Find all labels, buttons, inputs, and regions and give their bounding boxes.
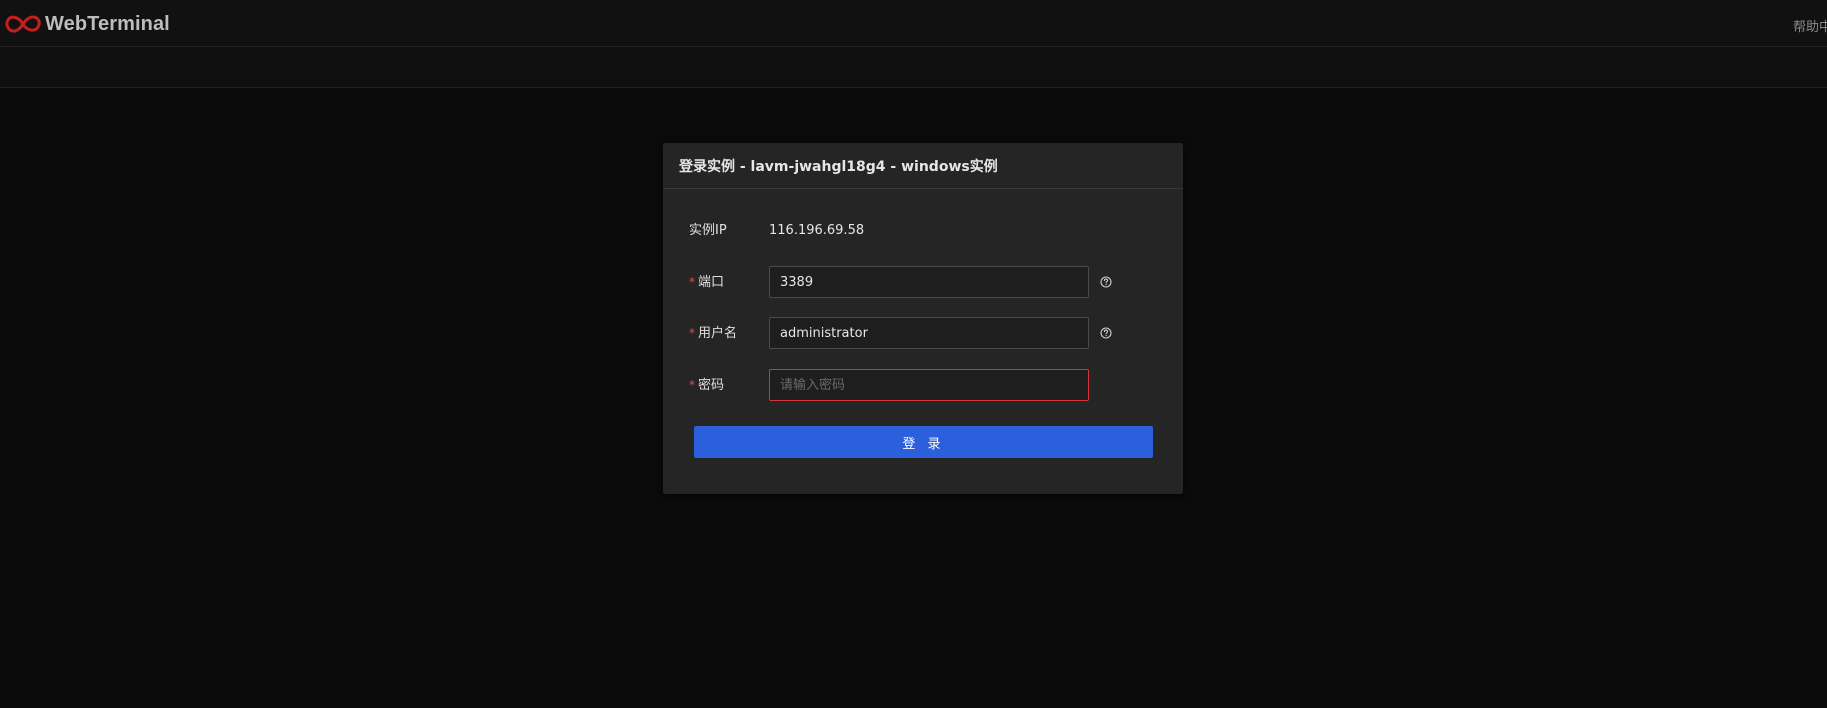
port-label: * 端口 [689, 266, 724, 298]
username-label: * 用户名 [689, 317, 737, 349]
username-row: * 用户名 [663, 317, 1183, 349]
password-label: * 密码 [689, 369, 724, 401]
question-circle-icon[interactable] [1100, 327, 1112, 339]
password-input[interactable] [769, 369, 1089, 401]
required-marker: * [689, 326, 695, 340]
login-dialog: 登录实例 - lavm-jwahgl18g4 - windows实例 实例IP … [663, 143, 1183, 494]
username-label-text: 用户名 [698, 326, 738, 341]
question-circle-icon[interactable] [1100, 276, 1112, 288]
instance-ip-label: 实例IP [689, 223, 727, 238]
instance-ip-value: 116.196.69.58 [769, 223, 865, 238]
top-navigation-bar: WebTerminal 帮助中心 [0, 0, 1827, 47]
username-input[interactable] [769, 317, 1089, 349]
help-center-link[interactable]: 帮助中心 [1793, 16, 1827, 35]
brand-name: WebTerminal [45, 12, 170, 35]
port-label-text: 端口 [698, 275, 725, 290]
logo-icon [5, 15, 41, 33]
instance-ip-row: 实例IP 116.196.69.58 [663, 215, 1183, 247]
required-marker: * [689, 378, 695, 392]
password-row: * 密码 [663, 369, 1183, 401]
dialog-title: 登录实例 - lavm-jwahgl18g4 - windows实例 [679, 158, 998, 175]
required-marker: * [689, 275, 695, 289]
dialog-header: 登录实例 - lavm-jwahgl18g4 - windows实例 [663, 143, 1183, 189]
secondary-toolbar [0, 47, 1827, 88]
logo[interactable]: WebTerminal [3, 11, 170, 37]
port-input[interactable] [769, 266, 1089, 298]
port-row: * 端口 [663, 266, 1183, 298]
login-button[interactable]: 登 录 [694, 426, 1153, 458]
password-label-text: 密码 [698, 378, 725, 393]
